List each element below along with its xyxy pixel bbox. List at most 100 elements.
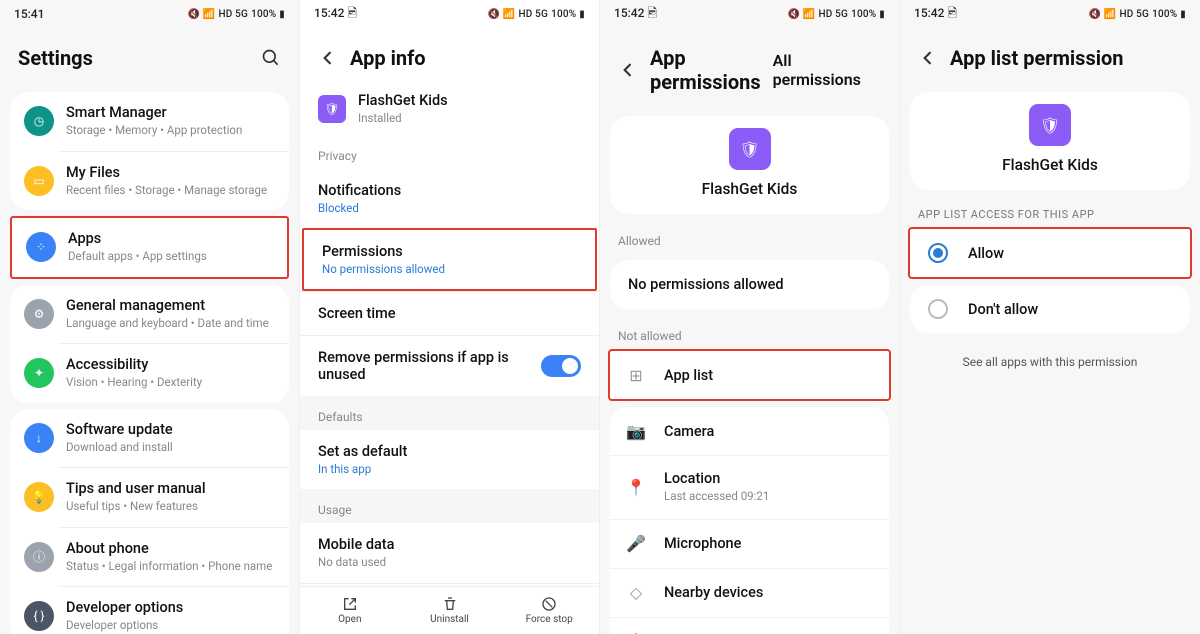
item-subtitle: No data used: [318, 555, 581, 571]
all-permissions-link[interactable]: All permissions: [773, 51, 881, 89]
item-subtitle: Recent files • Storage • Manage storage: [66, 183, 275, 199]
radio-dont-allow[interactable]: Don't allow: [910, 285, 1190, 333]
back-icon[interactable]: [918, 48, 938, 68]
item-title: Set as default: [318, 443, 581, 460]
perm-title: Microphone: [664, 535, 741, 552]
item-subtitle: Default apps • App settings: [68, 249, 273, 265]
app-name: FlashGet Kids: [702, 180, 798, 198]
item-subtitle: Download and install: [66, 440, 275, 456]
page-title: App list permission: [950, 46, 1182, 70]
app-status: Installed: [358, 111, 581, 127]
row-location[interactable]: 📍 Location Last accessed 09:21: [610, 455, 889, 519]
status-indicators: 🔇 📶HD 5G100%▮: [787, 9, 885, 20]
radio-allow[interactable]: Allow: [910, 229, 1190, 277]
item-subtitle: Vision • Hearing • Dexterity: [66, 375, 275, 391]
row-set-as-default[interactable]: Set as default In this app: [300, 430, 599, 489]
item-title: Remove permissions if app is unused: [318, 349, 531, 383]
settings-general-management[interactable]: ⚙ General managementLanguage and keyboar…: [10, 285, 289, 344]
row-mobile-data[interactable]: Mobile data No data used: [300, 523, 599, 584]
item-subtitle: Blocked: [318, 201, 581, 215]
settings-tips[interactable]: 💡 Tips and user manualUseful tips • New …: [10, 468, 289, 527]
row-nearby-devices[interactable]: ◇ Nearby devices: [610, 568, 889, 617]
settings-card-3: ↓ Software updateDownload and install 💡 …: [10, 409, 289, 634]
item-title: Software update: [66, 421, 275, 438]
status-time: 15:41: [14, 7, 44, 21]
item-title: Permissions: [322, 243, 577, 260]
status-bar: 15:42 🖻 🔇 📶HD 5G100%▮: [900, 0, 1200, 24]
btn-label: Open: [338, 614, 361, 625]
item-title: Accessibility: [66, 356, 275, 373]
row-permissions[interactable]: Permissions No permissions allowed: [304, 230, 595, 289]
item-title: Tips and user manual: [66, 480, 275, 497]
app-icon: 🛡: [318, 95, 346, 123]
settings-card-2: ⚙ General managementLanguage and keyboar…: [10, 285, 289, 403]
page-title: Settings: [18, 46, 249, 70]
settings-my-files[interactable]: ▭ My FilesRecent files • Storage • Manag…: [10, 152, 289, 211]
item-title: Screen time: [318, 305, 581, 322]
settings-software-update[interactable]: ↓ Software updateDownload and install: [10, 409, 289, 468]
back-icon[interactable]: [318, 48, 338, 68]
settings-about-phone[interactable]: ⓘ About phoneStatus • Legal information …: [10, 528, 289, 587]
app-list-icon: ⊞: [626, 365, 646, 385]
perm-subtitle: Last accessed 09:21: [664, 489, 873, 505]
microphone-icon: 🎤: [626, 534, 646, 554]
radio-label: Don't allow: [968, 301, 1038, 318]
settings-smart-manager[interactable]: ◷ Smart ManagerStorage • Memory • App pr…: [10, 92, 289, 151]
radio-icon: [928, 299, 948, 319]
status-bar: 15:42 🖻 🔇 📶HD 5G100%▮: [600, 0, 899, 24]
page-title: App permissions: [650, 46, 761, 94]
item-title: General management: [66, 297, 275, 314]
item-subtitle: Status • Legal information • Phone name: [66, 559, 275, 575]
status-time: 15:42: [314, 6, 344, 20]
settings-developer-options[interactable]: { } Developer optionsDeveloper options: [10, 587, 289, 634]
app-name: FlashGet Kids: [1002, 156, 1098, 174]
camera-icon: 📷: [626, 421, 646, 441]
item-subtitle: No permissions allowed: [322, 262, 577, 276]
item-title: Developer options: [66, 599, 275, 616]
row-screen-time[interactable]: Screen time: [300, 291, 599, 335]
settings-apps-highlighted: ⁘ AppsDefault apps • App settings: [10, 216, 289, 279]
item-subtitle: Language and keyboard • Date and time: [66, 316, 275, 332]
settings-apps[interactable]: ⁘ AppsDefault apps • App settings: [12, 218, 287, 277]
settings-accessibility[interactable]: ✦ AccessibilityVision • Hearing • Dexter…: [10, 344, 289, 403]
item-title: About phone: [66, 540, 275, 557]
back-icon[interactable]: [618, 60, 638, 80]
row-microphone[interactable]: 🎤 Microphone: [610, 519, 889, 568]
status-bar: 15:41 🔇 📶HD 5G100%▮: [0, 0, 299, 24]
item-title: My Files: [66, 164, 275, 181]
page-title: App info: [350, 46, 581, 70]
row-notifications[interactable]: Notifications Blocked: [300, 169, 599, 228]
section-caps: APP LIST ACCESS FOR THIS APP: [900, 196, 1200, 227]
settings-card-1: ◷ Smart ManagerStorage • Memory • App pr…: [10, 92, 289, 210]
row-camera[interactable]: 📷 Camera: [610, 407, 889, 455]
perm-title: Location: [664, 470, 873, 487]
panel-app-list-permission: 15:42 🖻 🔇 📶HD 5G100%▮ App list permissio…: [900, 0, 1200, 634]
perm-title: Nearby devices: [664, 584, 763, 601]
item-title: Apps: [68, 230, 273, 247]
section-not-allowed: Not allowed: [600, 315, 899, 349]
item-title: Notifications: [318, 182, 581, 199]
open-button[interactable]: Open: [300, 587, 400, 634]
row-app-list[interactable]: ⊞ App list: [610, 351, 889, 399]
uninstall-button[interactable]: Uninstall: [400, 587, 500, 634]
btn-label: Uninstall: [430, 614, 469, 625]
status-indicators: 🔇 📶HD 5G100%▮: [187, 9, 285, 20]
app-header-card: 🛡 FlashGet Kids: [610, 116, 889, 214]
section-allowed: Allowed: [600, 220, 899, 254]
item-subtitle: Developer options: [66, 618, 275, 634]
location-icon: 📍: [626, 477, 646, 497]
item-subtitle: Useful tips • New features: [66, 499, 275, 515]
see-all-apps-link[interactable]: See all apps with this permission: [900, 339, 1200, 385]
search-icon[interactable]: [261, 48, 281, 68]
force-stop-button[interactable]: Force stop: [499, 587, 599, 634]
nearby-devices-icon: ◇: [626, 583, 646, 603]
no-permissions-text: No permissions allowed: [610, 260, 889, 309]
row-notifications[interactable]: 🔔 Notifications: [610, 617, 889, 634]
row-remove-permissions[interactable]: Remove permissions if app is unused: [300, 335, 599, 396]
item-title: Smart Manager: [66, 104, 275, 121]
toggle-remove-permissions[interactable]: [541, 355, 581, 377]
status-time: 15:42: [614, 6, 644, 20]
panel-settings: 15:41 🔇 📶HD 5G100%▮ Settings ◷ Smart Man…: [0, 0, 300, 634]
section-privacy: Privacy: [300, 135, 599, 169]
item-title: Mobile data: [318, 536, 581, 553]
